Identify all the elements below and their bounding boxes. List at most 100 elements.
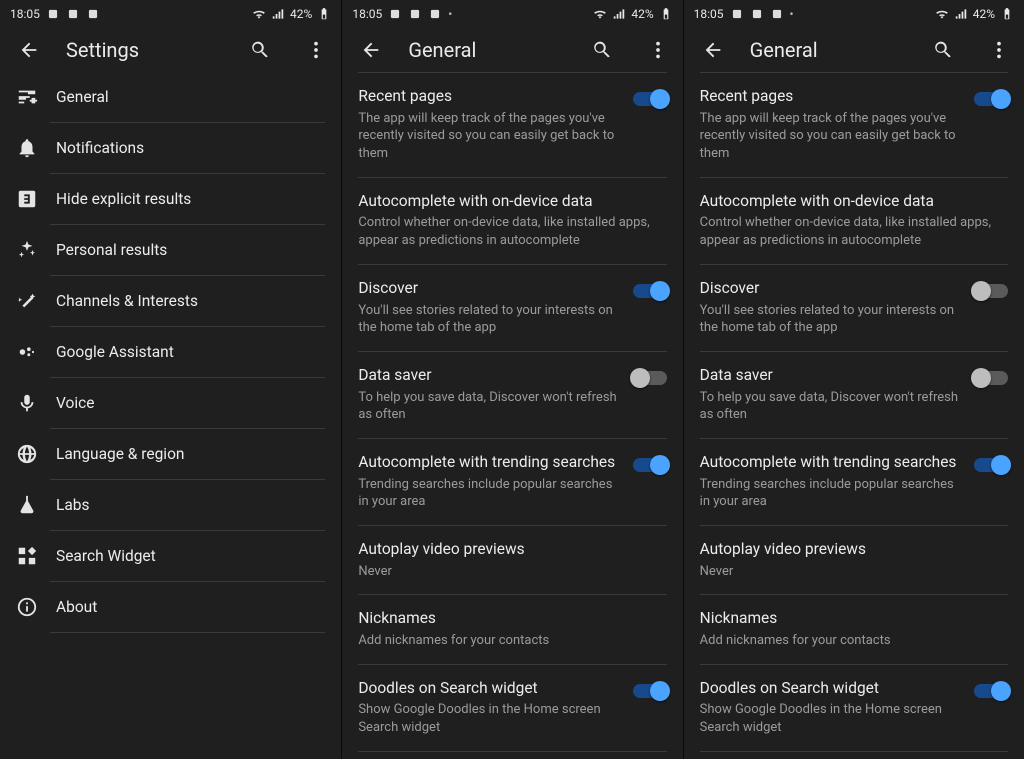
toggle-switch[interactable]: [633, 684, 667, 698]
setting-row[interactable]: Recent pagesThe app will keep track of t…: [342, 73, 682, 177]
widget-icon: [16, 545, 38, 567]
status-notif-icon: [408, 7, 422, 21]
settings-item-label: Google Assistant: [56, 343, 174, 361]
setting-title: Data saver: [358, 365, 622, 386]
setting-subtitle: Never: [700, 563, 1008, 581]
status-notif-icon: [750, 7, 764, 21]
status-battery: 42%: [290, 7, 312, 21]
setting-row[interactable]: Autoplay video previewsNever: [342, 526, 682, 594]
setting-row[interactable]: Autoplay video previewsNever: [684, 526, 1024, 594]
settings-item-flask[interactable]: Labs: [0, 480, 341, 530]
setting-row[interactable]: NicknamesAdd nicknames for your contacts: [342, 595, 682, 663]
setting-row[interactable]: DiscoverYou'll see stories related to yo…: [342, 265, 682, 351]
setting-title: Doodles on Search widget: [700, 678, 964, 699]
signal-icon: [954, 7, 968, 21]
setting-title: Data saver: [700, 365, 964, 386]
status-notif-icon: [388, 7, 402, 21]
settings-item-explicit[interactable]: Hide explicit results: [0, 174, 341, 224]
toggle-switch[interactable]: [633, 284, 667, 298]
settings-item-globe[interactable]: Language & region: [0, 429, 341, 479]
settings-item-sparkle[interactable]: Personal results: [0, 225, 341, 275]
settings-item-label: Personal results: [56, 241, 167, 259]
status-time: 18:05: [10, 7, 40, 21]
globe-icon: [16, 443, 38, 465]
setting-row[interactable]: DiscoverYou'll see stories related to yo…: [684, 265, 1024, 351]
toggle-switch[interactable]: [633, 92, 667, 106]
status-notif-icon: [770, 7, 784, 21]
bell-icon: [16, 137, 38, 159]
setting-row[interactable]: Data saverTo help you save data, Discove…: [342, 352, 682, 438]
setting-title: Autoplay video previews: [358, 539, 666, 560]
battery-icon: [1000, 7, 1014, 21]
setting-subtitle: Show Google Doodles in the Home screen S…: [358, 701, 622, 736]
general-list: Recent pagesThe app will keep track of t…: [342, 73, 682, 752]
setting-subtitle: Show Google Doodles in the Home screen S…: [700, 701, 964, 736]
setting-row[interactable]: Autocomplete with on-device dataControl …: [342, 178, 682, 264]
info-icon: [16, 596, 38, 618]
search-button[interactable]: [241, 31, 279, 69]
setting-row[interactable]: Recent pagesThe app will keep track of t…: [684, 73, 1024, 177]
wifi-icon: [593, 7, 607, 21]
toggle-switch[interactable]: [974, 371, 1008, 385]
toggle-switch[interactable]: [974, 284, 1008, 298]
page-title: General: [408, 38, 564, 62]
status-notif-icon: [66, 7, 80, 21]
back-button[interactable]: [352, 31, 390, 69]
more-button[interactable]: [980, 31, 1018, 69]
setting-subtitle: To help you save data, Discover won't re…: [700, 389, 964, 424]
status-overflow-dot: •: [448, 7, 452, 21]
settings-item-widget[interactable]: Search Widget: [0, 531, 341, 581]
status-battery: 42%: [973, 7, 995, 21]
settings-item-label: Language & region: [56, 445, 184, 463]
setting-subtitle: You'll see stories related to your inter…: [358, 302, 622, 337]
setting-row[interactable]: Browser settings: [684, 752, 1024, 759]
settings-item-info[interactable]: About: [0, 582, 341, 632]
general-list: Recent pagesThe app will keep track of t…: [684, 73, 1024, 759]
status-notif-icon: [86, 7, 100, 21]
page-title: General: [750, 38, 906, 62]
status-time: 18:05: [694, 7, 724, 21]
settings-item-assist[interactable]: Google Assistant: [0, 327, 341, 377]
setting-row[interactable]: Autocomplete with trending searches Trend…: [342, 439, 682, 525]
more-button[interactable]: [639, 31, 677, 69]
status-bar: 18:05 42%: [0, 0, 341, 28]
settings-item-bell[interactable]: Notifications: [0, 123, 341, 173]
search-button[interactable]: [583, 31, 621, 69]
setting-title: Autocomplete with trending searches: [700, 452, 964, 473]
status-time: 18:05: [352, 7, 382, 21]
setting-row[interactable]: Autocomplete with trending searches Trend…: [684, 439, 1024, 525]
toggle-switch[interactable]: [974, 684, 1008, 698]
settings-item-tune[interactable]: General: [0, 72, 341, 122]
phone-settings: 18:05 42% Settings GeneralNotificationsH…: [0, 0, 341, 759]
toggle-switch[interactable]: [633, 458, 667, 472]
signal-icon: [271, 7, 285, 21]
setting-row[interactable]: Doodles on Search widgetShow Google Dood…: [684, 665, 1024, 751]
more-button[interactable]: [297, 31, 335, 69]
setting-row[interactable]: Doodles on Search widgetShow Google Dood…: [342, 665, 682, 751]
explicit-icon: [16, 188, 38, 210]
app-bar: General: [342, 28, 682, 72]
setting-row[interactable]: NicknamesAdd nicknames for your contacts: [684, 595, 1024, 663]
setting-subtitle: Trending searches include popular search…: [700, 476, 964, 511]
battery-icon: [317, 7, 331, 21]
toggle-switch[interactable]: [974, 458, 1008, 472]
setting-title: Autocomplete with trending searches: [358, 452, 622, 473]
toggle-switch[interactable]: [633, 371, 667, 385]
back-button[interactable]: [10, 31, 48, 69]
setting-row[interactable]: Autocomplete with on-device dataControl …: [684, 178, 1024, 264]
search-button[interactable]: [924, 31, 962, 69]
flask-icon: [16, 494, 38, 516]
settings-item-wand[interactable]: Channels & Interests: [0, 276, 341, 326]
settings-item-mic[interactable]: Voice: [0, 378, 341, 428]
setting-subtitle: Add nicknames for your contacts: [700, 632, 1008, 650]
setting-subtitle: Trending searches include popular search…: [358, 476, 622, 511]
toggle-switch[interactable]: [974, 92, 1008, 106]
status-notif-icon: [730, 7, 744, 21]
app-bar: General: [684, 28, 1024, 72]
setting-title: Doodles on Search widget: [358, 678, 622, 699]
screenshots-row: 18:05 42% Settings GeneralNotificationsH…: [0, 0, 1024, 759]
back-button[interactable]: [694, 31, 732, 69]
signal-icon: [612, 7, 626, 21]
setting-subtitle: Control whether on-device data, like ins…: [700, 214, 1008, 249]
setting-row[interactable]: Data saver To help you save data, Discove…: [684, 352, 1024, 438]
